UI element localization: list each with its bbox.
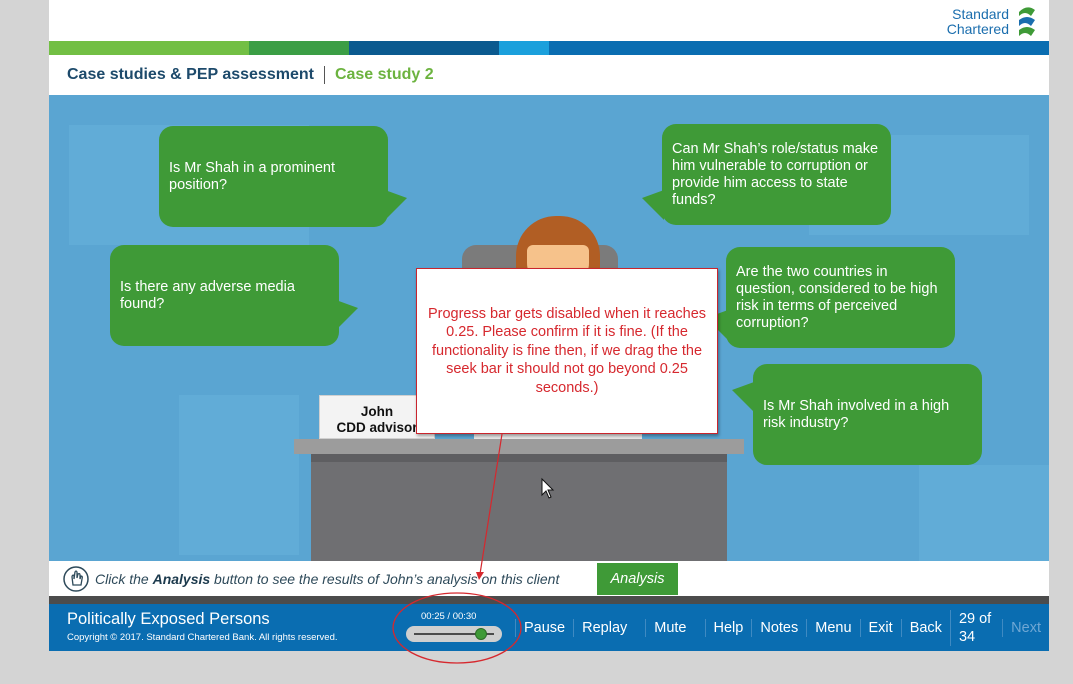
- next-button[interactable]: Next: [1002, 618, 1049, 637]
- notes-button[interactable]: Notes: [751, 618, 806, 637]
- question-text: Is there any adverse media found?: [120, 278, 295, 312]
- back-button[interactable]: Back: [900, 618, 950, 637]
- course-title: Case studies & PEP assessment: [67, 66, 314, 83]
- logo-text: Standard Chartered: [947, 7, 1009, 37]
- question-text: Can Mr Shah’s role/status make him vulne…: [672, 140, 879, 208]
- case-title: Case study 2: [334, 66, 434, 83]
- stripe-seg-5: [549, 41, 1049, 55]
- desk-top: [294, 439, 744, 454]
- instruction-pre: Click the: [95, 570, 153, 587]
- bubble-tail: [385, 190, 407, 220]
- page-counter: 29 of 34: [949, 609, 1002, 646]
- bubble-tail: [642, 190, 664, 220]
- stripe-seg-2: [249, 41, 349, 55]
- bg-panel: [919, 465, 1049, 561]
- title-separator: [323, 66, 325, 84]
- course-player: Standard Chartered Case studies & PEP as…: [49, 0, 1049, 651]
- menu-button[interactable]: Menu: [806, 618, 859, 637]
- annotation-text: Progress bar gets disabled when it reach…: [427, 305, 707, 396]
- instruction-bold: Analysis: [152, 570, 211, 587]
- instruction-text: Click the Analysis button to see the res…: [95, 571, 559, 587]
- pause-button[interactable]: Pause: [515, 618, 573, 637]
- seek-handle[interactable]: [474, 628, 487, 640]
- question-text: Is Mr Shah in a prominent position?: [169, 159, 336, 193]
- color-stripe: [49, 41, 1049, 55]
- bubble-tail: [732, 382, 754, 412]
- divider-strip: [49, 596, 1049, 604]
- question-bubble: Are the two countries in question, consi…: [726, 247, 955, 348]
- desk-body: [311, 454, 727, 561]
- copyright: Copyright © 2017. Standard Chartered Ban…: [67, 632, 338, 643]
- time-display: 00:25 / 00:30: [421, 611, 477, 622]
- course-name: Politically Exposed Persons: [67, 610, 270, 628]
- replay-button[interactable]: Replay: [573, 618, 635, 637]
- player-footer: Politically Exposed Persons Copyright © …: [49, 604, 1049, 651]
- instruction-post: button to see the results of John’s anal…: [210, 570, 560, 587]
- title-bar: Case studies & PEP assessment Case study…: [49, 55, 1049, 95]
- stripe-seg-4: [499, 41, 549, 55]
- annotation-callout: Progress bar gets disabled when it reach…: [416, 268, 718, 434]
- standard-chartered-logo: Standard Chartered: [947, 4, 1039, 40]
- desk-shade: [311, 454, 727, 462]
- bubble-tail: [336, 300, 358, 330]
- hand-pointer-icon: [63, 565, 89, 592]
- mute-button[interactable]: Mute: [645, 618, 694, 637]
- stripe-seg-1: [49, 41, 249, 55]
- question-bubble: Is there any adverse media found?: [110, 245, 339, 346]
- question-bubble: Can Mr Shah’s role/status make him vulne…: [662, 124, 891, 225]
- instruction-bar: Click the Analysis button to see the res…: [49, 561, 1049, 596]
- sc-logo-icon: [1019, 7, 1035, 36]
- player-nav: Pause Replay Mute Help Notes Menu Exit B…: [515, 604, 1049, 651]
- exit-button[interactable]: Exit: [859, 618, 901, 637]
- seek-bar[interactable]: [406, 626, 502, 642]
- bg-panel: [179, 395, 299, 555]
- analysis-button[interactable]: Analysis: [597, 563, 678, 595]
- logo-line1: Standard: [952, 6, 1009, 22]
- help-button[interactable]: Help: [704, 618, 752, 637]
- top-bar: Standard Chartered: [49, 0, 1049, 41]
- question-bubble: Is Mr Shah in a prominent position?: [159, 126, 388, 227]
- logo-line2: Chartered: [946, 21, 1009, 37]
- question-text: Is Mr Shah involved in a high risk indus…: [763, 397, 950, 431]
- question-text: Are the two countries in question, consi…: [736, 263, 938, 331]
- stripe-seg-3: [349, 41, 499, 55]
- question-bubble: Is Mr Shah involved in a high risk indus…: [753, 364, 982, 465]
